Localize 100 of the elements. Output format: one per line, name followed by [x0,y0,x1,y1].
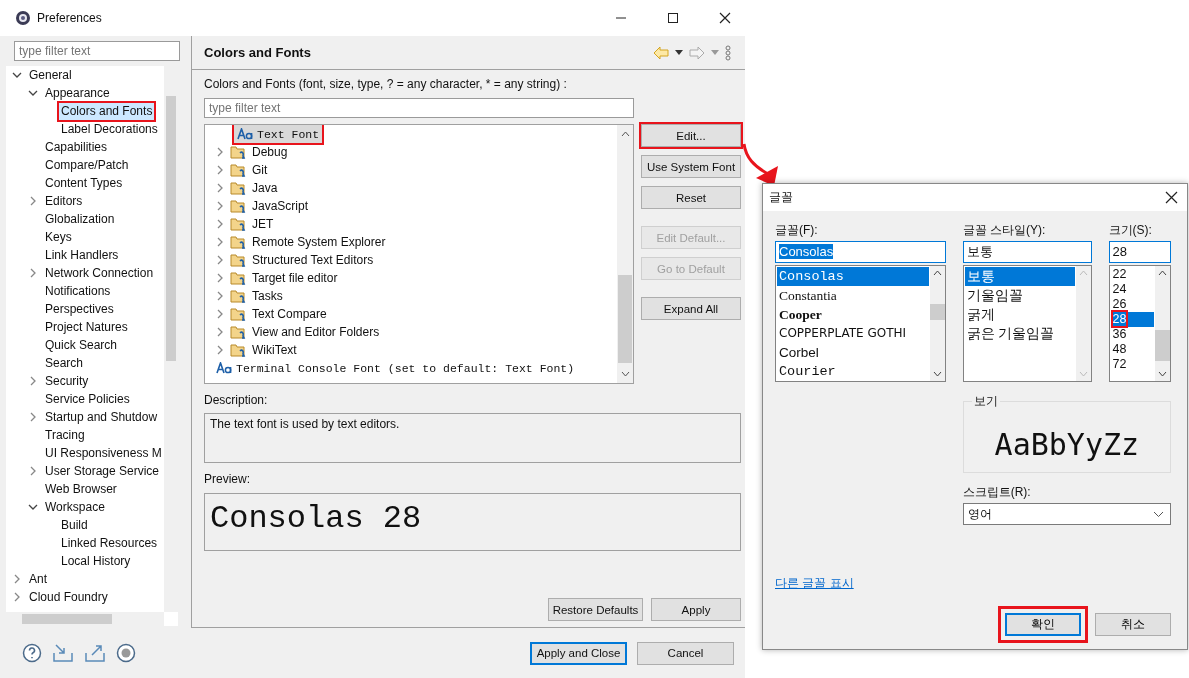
tree-item[interactable]: Editors [43,192,85,210]
back-arrow-icon[interactable] [653,45,669,60]
scroll-down-icon[interactable] [1158,371,1167,377]
tree-item[interactable]: Web Browser [43,480,119,498]
script-dropdown[interactable]: 영어 [962,503,1171,525]
scroll-thumb[interactable] [22,614,112,624]
list-item[interactable]: COPPERPLATE GOTHI [777,324,929,343]
scroll-down-icon[interactable] [620,371,630,377]
style-field[interactable]: 보통 [962,241,1092,263]
chevron-down-icon[interactable] [28,88,38,98]
chevron-right-icon[interactable] [12,574,22,584]
chevron-right-icon[interactable] [28,376,38,386]
chevron-right-icon[interactable] [215,219,225,229]
tree-item[interactable]: Link Handlers [43,246,121,264]
tree-item[interactable]: Perspectives [43,300,116,318]
chevron-right-icon[interactable] [215,255,225,265]
scrollbar[interactable] [929,266,945,381]
filter-field[interactable]: type filter text [204,98,634,118]
scrollbar[interactable] [617,125,633,383]
tree-item[interactable]: View and Editor Folders [250,325,382,339]
tree-item[interactable]: Linked Resources [59,534,160,552]
tree-item[interactable]: Remote System Explorer [250,235,388,249]
tree-item[interactable]: Project Natures [43,318,130,336]
more-fonts-link[interactable]: 다른 글꼴 표시 [775,575,854,592]
list-item[interactable]: 48 [1112,342,1127,356]
chevron-right-icon[interactable] [215,345,225,355]
side-button[interactable]: Expand All [641,297,741,320]
chevron-down-icon[interactable] [12,70,22,80]
tree-item[interactable]: Terminal Console Font (set to default: Text Font) [213,359,578,377]
tree-item[interactable]: Service Policies [43,390,132,408]
tree-item[interactable]: Text Compare [250,307,329,321]
scroll-thumb[interactable] [166,96,176,361]
tree-item[interactable]: WikiText [250,343,299,357]
close-icon[interactable] [1165,191,1178,204]
scroll-up-icon[interactable] [932,270,942,276]
font-field[interactable]: Consolas [775,241,946,263]
tree-item[interactable]: Network Connection [43,264,156,282]
tree-item[interactable]: Appearance [43,84,112,102]
list-item[interactable]: Cooper [777,305,929,324]
tree-item[interactable]: Keys [43,228,74,246]
size-field[interactable]: 28 [1108,241,1171,263]
tree-item[interactable]: Structured Text Editors [250,253,376,267]
list-item[interactable]: Constantia [777,286,929,305]
tree-item[interactable]: Content Types [43,174,125,192]
more-icon[interactable] [725,44,731,61]
list-item[interactable]: Consolas [777,267,929,286]
chevron-right-icon[interactable] [215,165,225,175]
chevron-right-icon[interactable] [215,237,225,247]
scrollbar[interactable] [6,612,164,626]
tree-item[interactable]: Cloud Foundry [27,588,110,606]
tree-item[interactable]: Text Font [234,125,323,143]
tree-item[interactable]: General [27,66,74,84]
chevron-right-icon[interactable] [215,327,225,337]
list-item[interactable]: 36 [1112,327,1127,341]
tree-item[interactable]: Label Decorations [59,120,160,138]
tree-item[interactable]: Build [59,516,90,534]
chevron-right-icon[interactable] [28,268,38,278]
record-icon[interactable] [116,643,136,663]
tree-item[interactable]: User Storage Service [43,462,162,480]
tree-item[interactable]: Notifications [43,282,113,300]
filter-field[interactable]: type filter text [14,41,180,61]
tree-item[interactable]: Quick Search [43,336,120,354]
tree-item[interactable]: JET [250,217,276,231]
chevron-right-icon[interactable] [215,291,225,301]
list-item[interactable]: 26 [1112,297,1127,311]
scrollbar[interactable] [1155,266,1170,381]
scroll-thumb[interactable] [929,304,945,320]
list-item[interactable]: 기울임꼴 [964,286,1075,305]
list-item[interactable]: 보통 [964,267,1075,286]
forward-arrow-icon[interactable] [689,45,705,60]
dropdown-icon[interactable] [675,50,683,55]
tree-item[interactable]: Compare/Patch [43,156,131,174]
chevron-right-icon[interactable] [215,183,225,193]
dialog-button[interactable]: 확인 [1005,613,1081,636]
chevron-right-icon[interactable] [215,147,225,157]
page-button[interactable]: Restore Defaults [548,598,643,621]
tree-item[interactable]: Ant [27,570,49,588]
dialog-button[interactable]: 취소 [1095,613,1171,636]
tree-item[interactable]: Capabilities [43,138,110,156]
list-item[interactable]: 22 [1112,267,1127,281]
footer-button[interactable]: Apply and Close [530,641,627,665]
scroll-up-icon[interactable] [1158,270,1167,276]
tree-item[interactable]: Java [250,181,280,195]
import-icon[interactable] [52,643,74,663]
chevron-right-icon[interactable] [215,273,225,283]
side-button[interactable]: Edit... [641,124,741,147]
chevron-right-icon[interactable] [28,196,38,206]
tree-item[interactable]: Local History [59,552,133,570]
side-button[interactable]: Reset [641,186,741,209]
list-item[interactable]: 24 [1112,282,1127,296]
tree-item[interactable]: Target file editor [250,271,340,285]
side-button[interactable]: Use System Font [641,155,741,178]
chevron-right-icon[interactable] [215,309,225,319]
scroll-up-icon[interactable] [620,131,630,137]
tree-item[interactable]: Globalization [43,210,117,228]
dropdown-icon[interactable] [1153,510,1164,518]
export-icon[interactable] [84,643,106,663]
close-icon[interactable] [719,12,731,24]
list-item[interactable]: Courier [777,362,929,381]
chevron-right-icon[interactable] [28,412,38,422]
